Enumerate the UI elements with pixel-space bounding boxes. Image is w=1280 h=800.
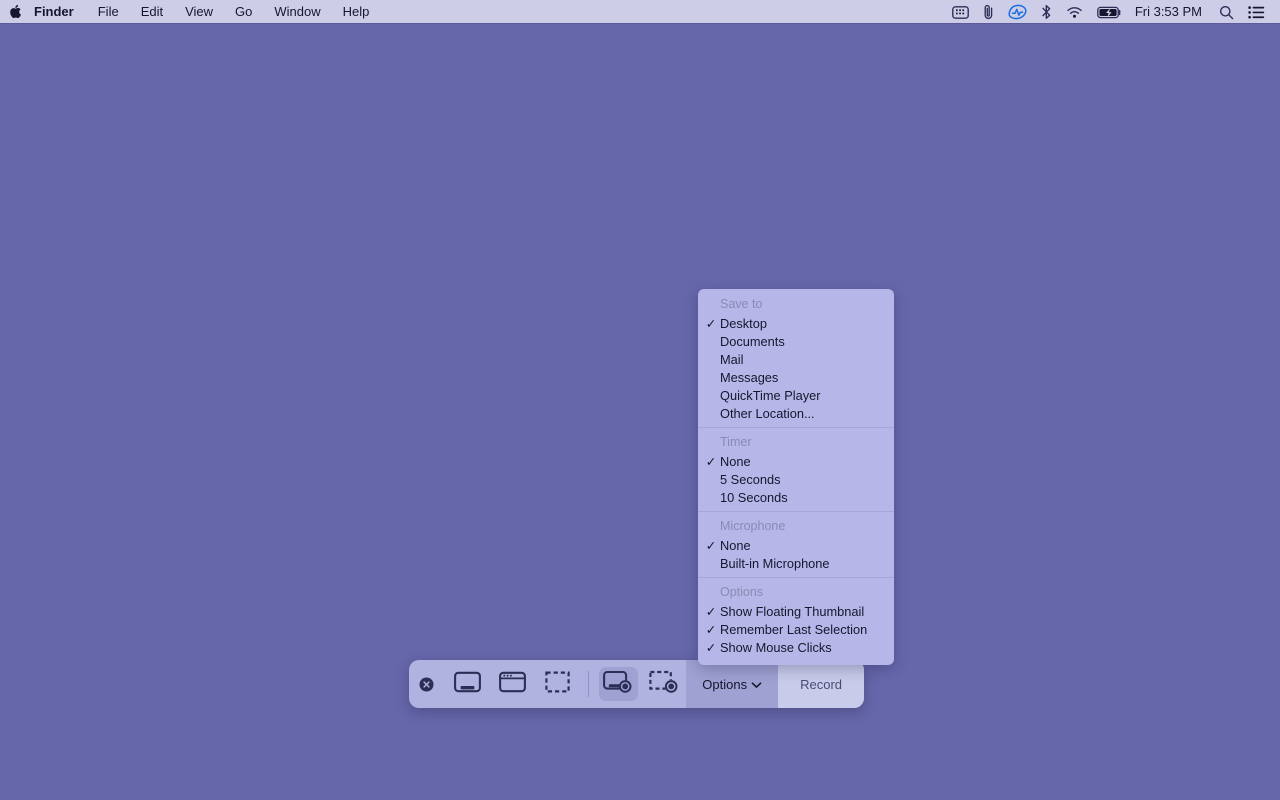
screenshot-toolbar: Options Record: [409, 660, 864, 708]
menu-item-label: None: [720, 538, 751, 553]
options-button-label: Options: [702, 676, 748, 692]
menu-bar: Finder File Edit View Go Window Help Fri…: [0, 0, 1280, 24]
menu-item-documents[interactable]: Documents: [698, 333, 894, 351]
menu-bar-item-view[interactable]: View: [174, 0, 224, 24]
capture-entire-screen-button[interactable]: [447, 667, 486, 701]
menu-item-label: Documents: [720, 334, 785, 349]
menu-item-timer-10-seconds[interactable]: 10 Seconds: [698, 489, 894, 507]
bluetooth-icon[interactable]: [1034, 0, 1059, 24]
menu-section-header: Microphone: [720, 519, 786, 533]
menu-section-header: Options: [720, 585, 764, 599]
menu-bar-status-area: Fri 3:53 PM: [945, 0, 1280, 24]
menu-item-label: QuickTime Player: [720, 388, 821, 403]
menu-item-label: Remember Last Selection: [720, 622, 868, 637]
menu-item-desktop[interactable]: ✓ Desktop: [698, 315, 894, 333]
checkmark-placeholder: [704, 369, 718, 387]
checkmark-icon: ✓: [705, 641, 717, 655]
menu-item-show-floating-thumbnail[interactable]: ✓ Show Floating Thumbnail: [698, 603, 894, 621]
menu-item-timer-none[interactable]: ✓ None: [698, 453, 894, 471]
menu-bar-item-edit[interactable]: Edit: [130, 0, 174, 24]
menu-bar-item-go[interactable]: Go: [224, 0, 263, 24]
menu-section-microphone: Microphone ✓ None Built-in Microphone: [698, 511, 894, 577]
menu-item-mail[interactable]: Mail: [698, 351, 894, 369]
dashed-record-icon: [648, 670, 679, 699]
menu-bar-clock[interactable]: Fri 3:53 PM: [1129, 0, 1212, 24]
search-icon[interactable]: [1212, 0, 1241, 24]
menu-item-timer-5-seconds[interactable]: 5 Seconds: [698, 471, 894, 489]
checkmark-placeholder: [704, 489, 718, 507]
record-selected-portion-button[interactable]: [644, 667, 683, 701]
menu-item-quicktime-player[interactable]: QuickTime Player: [698, 387, 894, 405]
checkmark-icon: ✓: [705, 539, 717, 553]
checkmark-icon: ✓: [705, 605, 717, 619]
checkmark-placeholder: [704, 405, 718, 423]
menu-item-label: Show Floating Thumbnail: [720, 604, 865, 619]
menu-item-label: 5 Seconds: [720, 472, 781, 487]
menu-bar-item-window[interactable]: Window: [263, 0, 331, 24]
menu-section-save-to: Save to ✓ Desktop Documents Mail Message…: [698, 289, 894, 427]
battery-charging-icon[interactable]: [1090, 0, 1129, 24]
control-center-icon[interactable]: [1241, 0, 1272, 24]
menu-item-show-mouse-clicks[interactable]: ✓ Show Mouse Clicks: [698, 639, 894, 657]
display-record-icon: [603, 670, 633, 699]
record-button[interactable]: Record: [778, 660, 864, 708]
menu-section-header: Timer: [720, 435, 752, 449]
menu-item-label: 10 Seconds: [720, 490, 788, 505]
capture-selected-window-button[interactable]: [493, 667, 532, 701]
menu-item-label: Messages: [720, 370, 779, 385]
menu-item-label: Desktop: [720, 316, 767, 331]
menu-item-label: Show Mouse Clicks: [720, 640, 832, 655]
menu-section-header: Save to: [720, 297, 763, 311]
checkmark-icon: ✓: [705, 623, 717, 637]
checkmark-icon: ✓: [705, 317, 717, 331]
checkmark-icon: ✓: [705, 455, 717, 469]
wifi-icon[interactable]: [1059, 0, 1090, 24]
menu-bar-app-name[interactable]: Finder: [30, 0, 87, 24]
toolbar-divider: [587, 671, 589, 697]
menu-bar-item-file[interactable]: File: [87, 0, 130, 24]
checkmark-placeholder: [704, 351, 718, 369]
chevron-down-icon: [751, 677, 762, 692]
capture-selected-portion-button[interactable]: [538, 667, 577, 701]
record-entire-screen-button[interactable]: [598, 667, 638, 701]
menu-item-label: Built-in Microphone: [720, 556, 830, 571]
paperclip-icon[interactable]: [976, 0, 1001, 24]
menu-item-label: None: [720, 454, 751, 469]
menu-item-messages[interactable]: Messages: [698, 369, 894, 387]
menu-item-label: Other Location...: [720, 406, 815, 421]
checkmark-placeholder: [704, 555, 718, 573]
menu-section-options: Options ✓ Show Floating Thumbnail ✓ Reme…: [698, 577, 894, 661]
menu-bar-item-help[interactable]: Help: [332, 0, 381, 24]
menu-item-label: Mail: [720, 352, 744, 367]
checkmark-placeholder: [704, 471, 718, 489]
menu-item-other-location[interactable]: Other Location...: [698, 405, 894, 423]
options-button[interactable]: Options: [686, 660, 779, 708]
checkmark-placeholder: [704, 333, 718, 351]
checkmark-placeholder: [704, 387, 718, 405]
apple-logo-icon[interactable]: [0, 0, 30, 24]
menu-item-microphone-none[interactable]: ✓ None: [698, 537, 894, 555]
display-icon: [453, 671, 481, 698]
activity-monitor-icon[interactable]: [1001, 0, 1034, 24]
close-circle-icon[interactable]: [409, 660, 444, 708]
menu-item-remember-last-selection[interactable]: ✓ Remember Last Selection: [698, 621, 894, 639]
menu-bar-app-menus: Finder File Edit View Go Window Help: [0, 0, 380, 24]
screen-mirroring-icon[interactable]: [945, 0, 976, 24]
screenshot-options-menu: Save to ✓ Desktop Documents Mail Message…: [698, 289, 894, 665]
menu-item-built-in-microphone[interactable]: Built-in Microphone: [698, 555, 894, 573]
menu-section-timer: Timer ✓ None 5 Seconds 10 Seconds: [698, 427, 894, 511]
toolbar-actions: Options Record: [686, 660, 864, 708]
dashed-rectangle-icon: [545, 671, 571, 698]
window-icon: [499, 671, 526, 698]
